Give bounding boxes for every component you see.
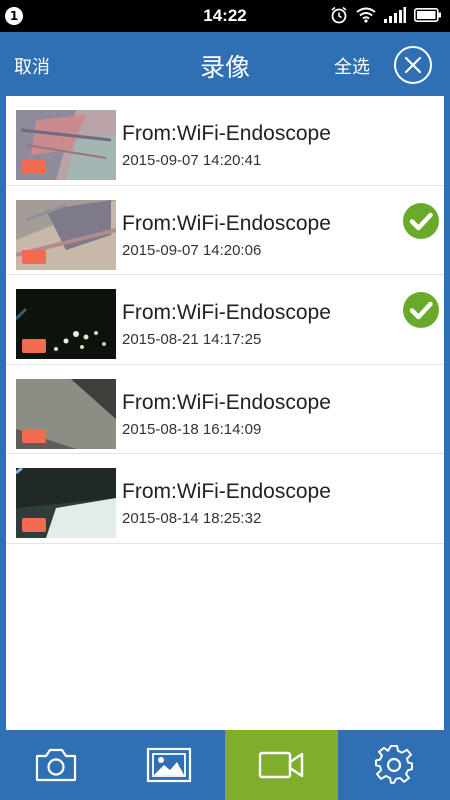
video-thumbnail (16, 289, 116, 359)
record-mark (22, 249, 46, 264)
video-icon (259, 751, 304, 779)
selected-check-icon[interactable] (402, 291, 440, 329)
tab-gallery[interactable] (113, 730, 226, 800)
video-date: 2015-08-18 16:14:09 (122, 420, 262, 438)
tab-settings[interactable] (338, 730, 450, 800)
video-source: From:WiFi-Endoscope (122, 211, 331, 235)
video-date: 2015-08-14 18:25:32 (122, 510, 262, 527)
video-source: From:WiFi-Endoscope (122, 122, 331, 145)
video-source: From:WiFi-Endoscope (122, 390, 331, 414)
tab-camera[interactable] (0, 730, 113, 800)
list-item[interactable]: From:WiFi-Endoscope 2015-09-07 14:20:41 (6, 96, 444, 186)
gallery-icon (146, 747, 191, 783)
video-list: From:WiFi-Endoscope 2015-09-07 14:20:41 … (6, 96, 444, 730)
video-thumbnail (16, 468, 116, 538)
battery-icon (414, 7, 441, 22)
record-mark (22, 160, 46, 174)
list-item[interactable]: From:WiFi-Endoscope 2015-09-07 14:20:06 (6, 186, 444, 275)
video-thumbnail (16, 110, 116, 180)
video-source: From:WiFi-Endoscope (122, 301, 331, 324)
camera-icon (36, 748, 77, 782)
video-date: 2015-08-21 14:17:25 (122, 331, 262, 348)
video-source: From:WiFi-Endoscope (122, 480, 331, 503)
tab-video[interactable] (225, 730, 338, 800)
header-bar: 取消 录像 全选 (0, 32, 450, 96)
record-mark (22, 428, 46, 443)
selected-check-icon[interactable] (402, 202, 440, 240)
list-item[interactable]: From:WiFi-Endoscope 2015-08-14 18:25:32 (6, 454, 444, 544)
close-icon[interactable] (393, 45, 433, 85)
status-bar: 1 14:22 (0, 0, 450, 32)
video-date: 2015-09-07 14:20:06 (122, 241, 262, 259)
status-icons (330, 6, 442, 24)
wifi-icon (356, 7, 376, 23)
video-thumbnail (16, 378, 116, 449)
list-item[interactable]: From:WiFi-Endoscope 2015-08-18 16:14:09 (6, 365, 444, 454)
record-mark (22, 518, 46, 532)
video-date: 2015-09-07 14:20:41 (122, 152, 262, 169)
signal-icon (384, 7, 406, 23)
alarm-icon (331, 6, 347, 24)
list-item[interactable]: From:WiFi-Endoscope 2015-08-21 14:17:25 (6, 275, 444, 365)
page-title: 录像 (199, 53, 250, 82)
video-thumbnail (16, 199, 116, 270)
bottom-nav (0, 730, 450, 800)
select-all-button[interactable]: 全选 (334, 53, 370, 79)
record-mark (22, 339, 46, 353)
settings-icon (374, 745, 413, 784)
